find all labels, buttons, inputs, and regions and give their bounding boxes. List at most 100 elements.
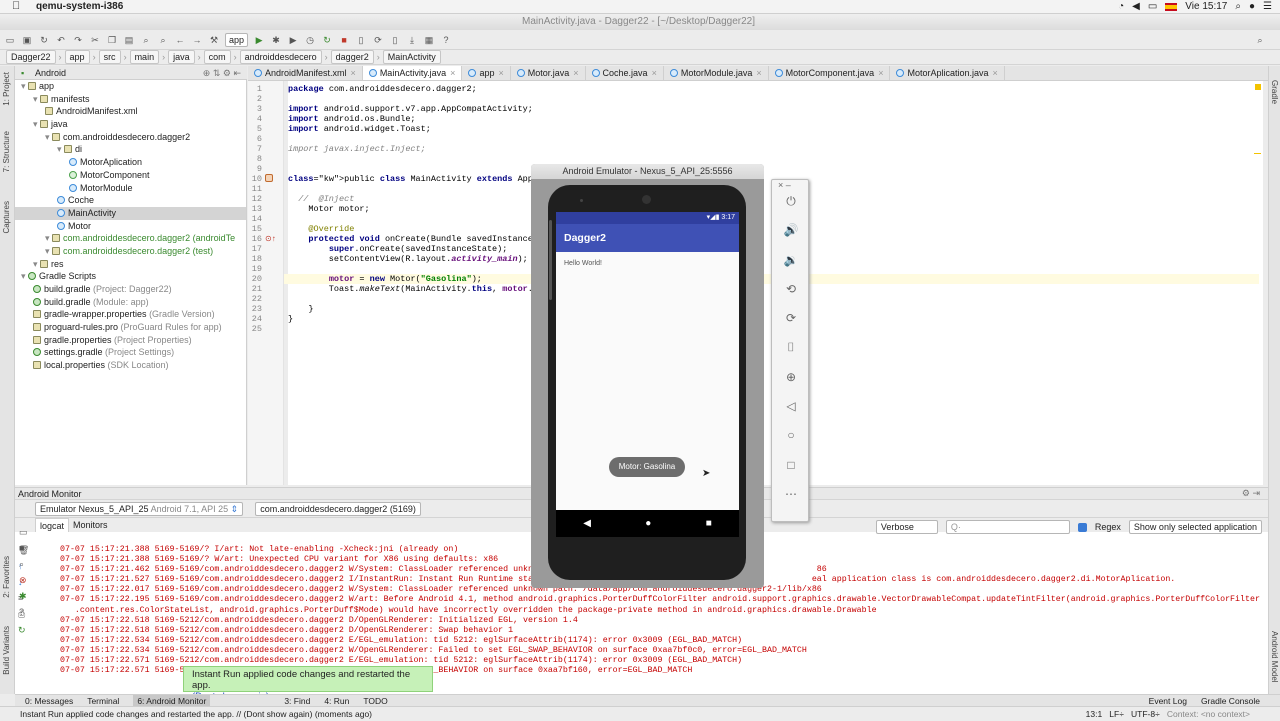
- expand-arrow-icon[interactable]: ▾: [45, 246, 52, 256]
- close-tab-icon[interactable]: ×: [878, 68, 883, 78]
- replace-icon[interactable]: ⌕: [157, 34, 169, 46]
- phone-screen[interactable]: ▾◢▮ 3:17 Dagger2 Hello World! Motor: Gas…: [556, 212, 739, 537]
- rotate-right-icon[interactable]: ⟳: [772, 311, 810, 340]
- class-marker-icon[interactable]: [265, 174, 273, 182]
- tree-row[interactable]: build.gradle (Module: app): [15, 296, 246, 309]
- nav-home-icon[interactable]: ●: [645, 518, 651, 529]
- run-config-select[interactable]: app: [225, 32, 249, 47]
- breadcrumb-item[interactable]: src: [98, 50, 121, 64]
- tab-monitors[interactable]: Monitors: [69, 518, 112, 532]
- debug-bug-icon[interactable]: ✱: [19, 588, 31, 604]
- breadcrumb-item[interactable]: app: [64, 50, 90, 64]
- tree-row[interactable]: ▾ com.androiddesdecero.dagger2 (androidT…: [15, 232, 246, 245]
- tree-row[interactable]: build.gradle (Project: Dagger22): [15, 283, 246, 296]
- editor-tab[interactable]: MotorAplication.java ×: [890, 66, 1005, 80]
- close-tab-icon[interactable]: ×: [450, 68, 455, 78]
- editor-tab[interactable]: Coche.java ×: [586, 66, 664, 80]
- tree-row[interactable]: Coche: [15, 194, 246, 207]
- close-tab-icon[interactable]: ×: [351, 68, 356, 78]
- copy-icon[interactable]: ❐: [106, 34, 118, 46]
- save-icon[interactable]: ▣: [21, 34, 33, 46]
- breadcrumb-item[interactable]: java: [168, 50, 195, 64]
- line-separator[interactable]: LF÷: [1109, 709, 1124, 719]
- close-tab-icon[interactable]: ×: [756, 68, 761, 78]
- build-icon[interactable]: ⚒: [208, 34, 220, 46]
- sdk-manager-icon[interactable]: ⤓: [406, 34, 418, 46]
- tree-row[interactable]: ▾ di: [15, 143, 246, 156]
- back-icon[interactable]: ←: [174, 34, 186, 46]
- tab-captures[interactable]: Captures: [2, 201, 11, 233]
- expand-arrow-icon[interactable]: ▾: [33, 259, 40, 269]
- menubar-clock[interactable]: Vie 15:17: [1185, 1, 1227, 12]
- forward-icon[interactable]: →: [191, 34, 203, 46]
- more-icon[interactable]: ⋯: [772, 487, 810, 516]
- tab-event-log[interactable]: Event Log: [1149, 695, 1187, 706]
- tree-row[interactable]: local.properties (SDK Location): [15, 359, 246, 372]
- tab-find[interactable]: 3: Find: [284, 695, 310, 706]
- wifi-icon[interactable]: ◔: [1118, 1, 1124, 12]
- tab-run[interactable]: 4: Run: [324, 695, 349, 706]
- expand-arrow-icon[interactable]: ▾: [33, 119, 40, 129]
- tree-row[interactable]: MotorComponent: [15, 169, 246, 182]
- tree-row[interactable]: gradle-wrapper.properties (Gradle Versio…: [15, 308, 246, 321]
- screenshot-icon[interactable]: ▭: [19, 524, 31, 540]
- expand-arrow-icon[interactable]: ▾: [21, 81, 28, 91]
- error-icon[interactable]: ⊗: [19, 572, 31, 588]
- tree-row[interactable]: MotorAplication: [15, 156, 246, 169]
- open-folder-icon[interactable]: ▭: [4, 34, 16, 46]
- editor-tab[interactable]: MotorComponent.java ×: [769, 66, 891, 80]
- help-small-icon[interactable]: ?: [19, 604, 31, 620]
- breadcrumb-item[interactable]: com: [203, 50, 231, 64]
- rotate-left-icon[interactable]: ⟲: [772, 282, 810, 311]
- debug-icon[interactable]: ✱: [270, 34, 282, 46]
- tree-row[interactable]: Motor: [15, 220, 246, 233]
- tab-build-variants[interactable]: Build Variants: [2, 626, 11, 675]
- power-icon[interactable]: ⏻: [772, 194, 810, 223]
- help-icon[interactable]: ?: [440, 34, 452, 46]
- volume-icon[interactable]: ◀: [1132, 1, 1140, 12]
- tree-row[interactable]: ▾ app: [15, 80, 246, 93]
- expand-arrow-icon[interactable]: ▾: [21, 271, 28, 281]
- paste-icon[interactable]: ▤: [123, 34, 135, 46]
- monitor-settings-icon[interactable]: ⚙ ⇥: [1242, 488, 1260, 499]
- spotlight-icon[interactable]: ⌕: [1235, 1, 1241, 12]
- editor-tab[interactable]: app ×: [462, 66, 511, 80]
- layout-inspector-icon[interactable]: ⌕: [19, 556, 31, 572]
- log-filter-select[interactable]: Show only selected application: [1128, 520, 1262, 534]
- tree-row[interactable]: proguard-rules.pro (ProGuard Rules for a…: [15, 321, 246, 334]
- tree-row[interactable]: MainActivity: [15, 206, 246, 220]
- tree-row[interactable]: ▾ manifests: [15, 93, 246, 106]
- logcat-search-input[interactable]: Q·: [945, 520, 1070, 534]
- project-panel-settings-icon[interactable]: ⊕ ⇅ ⚙ ⇤: [203, 66, 241, 80]
- home-button-icon[interactable]: ○: [772, 428, 810, 457]
- breadcrumb-item[interactable]: main: [129, 50, 160, 64]
- structure-icon[interactable]: ▦: [423, 34, 435, 46]
- tree-row[interactable]: AndroidManifest.xml: [15, 105, 246, 118]
- log-level-select[interactable]: Verbose: [875, 520, 938, 534]
- sync-icon[interactable]: ↻: [38, 34, 50, 46]
- close-tab-icon[interactable]: ×: [498, 68, 503, 78]
- close-tab-icon[interactable]: ×: [573, 68, 578, 78]
- override-marker-icon[interactable]: ⊙↑: [265, 234, 276, 243]
- tab-messages[interactable]: 0: Messages: [25, 695, 73, 706]
- process-select[interactable]: com.androiddesdecero.dagger2 (5169): [255, 501, 421, 516]
- tab-terminal[interactable]: Terminal: [87, 695, 119, 706]
- tab-android-monitor[interactable]: 6: Android Monitor: [133, 695, 211, 706]
- close-tab-icon[interactable]: ×: [652, 68, 657, 78]
- back-button-icon[interactable]: ◁: [772, 399, 810, 428]
- close-icon[interactable]: ×: [778, 180, 783, 190]
- tab-favorites[interactable]: 2: Favorites: [2, 556, 11, 598]
- stop-log-icon[interactable]: ■: [19, 540, 31, 556]
- tab-logcat[interactable]: logcat: [35, 518, 70, 532]
- notifications-icon[interactable]: ☰: [1263, 1, 1272, 12]
- zoom-icon[interactable]: ⊕: [772, 370, 810, 399]
- breadcrumb-item[interactable]: MainActivity: [382, 50, 441, 64]
- tab-structure[interactable]: 7: Structure: [2, 131, 11, 172]
- app-name[interactable]: qemu-system-i386: [36, 1, 123, 12]
- tree-row[interactable]: ▾ com.androiddesdecero.dagger2 (test): [15, 245, 246, 258]
- expand-arrow-icon[interactable]: ▾: [33, 94, 40, 104]
- find-icon[interactable]: ⌕: [140, 34, 152, 46]
- tree-row[interactable]: ▾ java: [15, 118, 246, 131]
- flag-icon[interactable]: [1165, 2, 1178, 11]
- tab-gradle[interactable]: Gradle: [1270, 80, 1279, 104]
